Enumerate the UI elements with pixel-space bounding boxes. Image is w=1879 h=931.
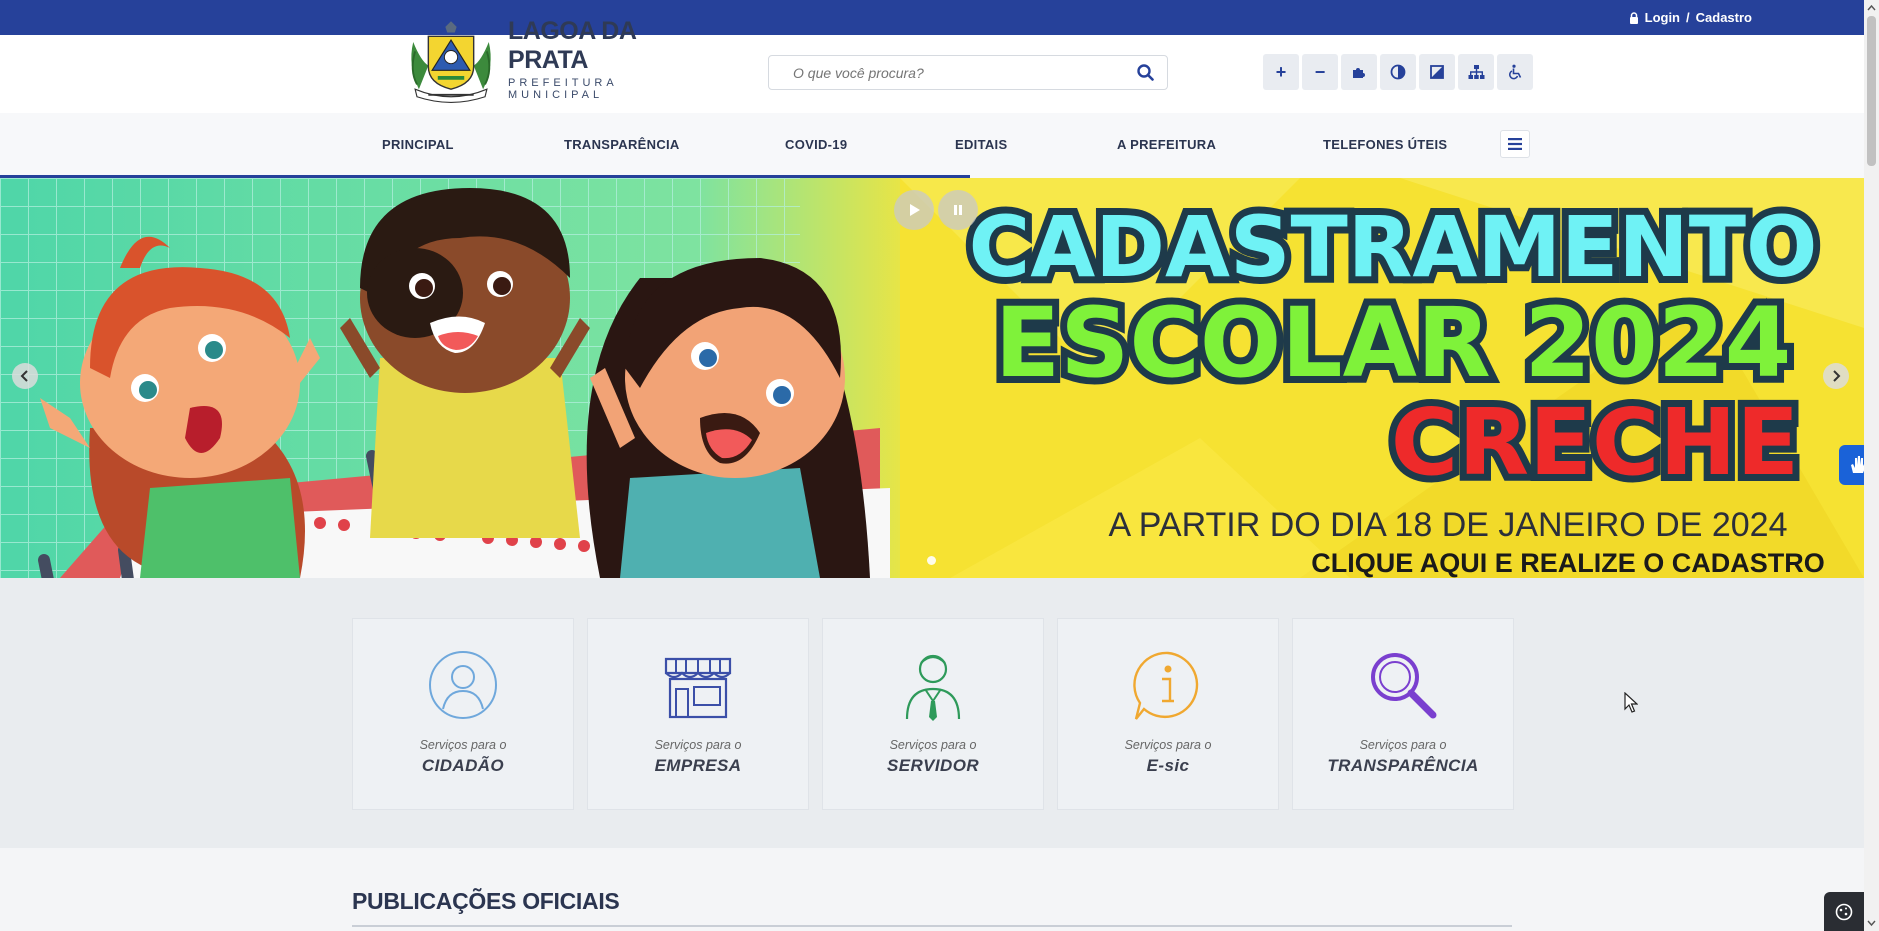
font-decrease-icon: −	[1314, 61, 1326, 82]
high-contrast-icon	[1430, 65, 1444, 79]
search-button[interactable]	[1123, 56, 1167, 89]
contrast-button[interactable]	[1380, 54, 1416, 90]
high-contrast-button[interactable]	[1419, 54, 1455, 90]
service-card-servidor[interactable]: Serviços para o SERVIDOR	[822, 618, 1044, 810]
coat-of-arms-icon	[411, 21, 491, 103]
scroll-up-icon[interactable]	[1867, 3, 1876, 13]
store-icon	[664, 657, 732, 719]
font-increase-button[interactable]: +	[1263, 54, 1299, 90]
auth-separator: /	[1686, 10, 1690, 25]
slider-next-button[interactable]	[1823, 363, 1849, 389]
service-prefix: Serviços para o	[419, 738, 507, 752]
nav-item-prefeitura[interactable]: A PREFEITURA	[1117, 137, 1216, 152]
puzzle-icon	[1353, 68, 1365, 78]
search-icon	[1136, 64, 1154, 81]
pause-icon	[954, 205, 962, 215]
play-icon	[910, 204, 920, 216]
service-label: CIDADÃO	[421, 756, 505, 775]
service-prefix: Serviços para o	[1124, 738, 1212, 752]
extensions-button[interactable]	[1341, 54, 1377, 90]
service-card-cidadao[interactable]: Serviços para o CIDADÃO	[352, 618, 574, 810]
scrollbar-thumb[interactable]	[1867, 16, 1876, 166]
service-label: SERVIDOR	[887, 756, 979, 775]
info-icon	[1133, 651, 1199, 720]
banner-cta: CLIQUE AQUI E REALIZE O CADASTRO	[1311, 548, 1825, 578]
slider-pause-button[interactable]	[938, 190, 978, 230]
service-card-transparencia[interactable]: Serviços para o TRANSPARÊNCIA	[1292, 618, 1514, 810]
banner-line1: CADASTRAMENTO	[969, 198, 1818, 296]
sitemap-button[interactable]	[1458, 54, 1494, 90]
nav-item-editais[interactable]: EDITAIS	[955, 137, 1007, 152]
menu-button[interactable]	[1500, 130, 1530, 158]
register-link[interactable]: Cadastro	[1696, 10, 1752, 25]
brand-name: LAGOA DA PRATA	[508, 16, 636, 74]
search-box	[768, 55, 1168, 90]
lock-icon	[1629, 11, 1639, 24]
employee-icon	[905, 654, 961, 721]
service-label: TRANSPARÊNCIA	[1327, 756, 1479, 775]
publications-title: PUBLICAÇÕES OFICIAIS	[352, 888, 620, 914]
cookie-icon	[1835, 903, 1853, 920]
service-prefix: Serviços para o	[654, 738, 742, 752]
page-scrollbar[interactable]	[1864, 0, 1879, 931]
main-nav: PRINCIPAL TRANSPARÊNCIA COVID-19 EDITAIS…	[0, 113, 1864, 178]
magnifier-icon	[1371, 653, 1437, 719]
accessibility-button[interactable]	[1497, 54, 1533, 90]
slider-play-button[interactable]	[894, 190, 934, 230]
service-card-esic[interactable]: Serviços para o E-sic	[1057, 618, 1279, 810]
mouse-cursor-icon	[1624, 692, 1638, 713]
login-link[interactable]: Login	[1645, 10, 1680, 25]
service-label: EMPRESA	[654, 756, 742, 775]
services-section: Serviços para o CIDADÃO Serviços para o …	[0, 578, 1864, 848]
nav-item-transparencia[interactable]: TRANSPARÊNCIA	[564, 137, 680, 152]
site-logo[interactable]: LAGOA DA PRATA PREFEITURA MUNICIPAL	[400, 11, 710, 106]
font-decrease-button[interactable]: −	[1302, 54, 1338, 90]
service-prefix: Serviços para o	[1359, 738, 1447, 752]
top-bar: Login / Cadastro	[0, 0, 1864, 35]
slider-dot[interactable]	[927, 556, 936, 565]
nav-item-covid[interactable]: COVID-19	[785, 137, 847, 152]
chevron-right-icon	[1833, 370, 1841, 382]
font-increase-icon: +	[1275, 61, 1287, 82]
hamburger-icon	[1508, 138, 1522, 150]
nav-item-principal[interactable]: PRINCIPAL	[382, 137, 454, 152]
banner-line3: CRECHE	[1391, 389, 1800, 496]
publications-section: PUBLICAÇÕES OFICIAIS	[0, 848, 1864, 931]
slider-prev-button[interactable]	[12, 363, 38, 389]
nav-item-telefones[interactable]: TELEFONES ÚTEIS	[1323, 137, 1447, 152]
auth-links: Login / Cadastro	[1629, 10, 1752, 25]
section-divider	[352, 925, 1512, 927]
header: LAGOA DA PRATA PREFEITURA MUNICIPAL + −	[0, 17, 1864, 113]
service-label: E-sic	[1146, 756, 1190, 775]
user-icon	[429, 651, 497, 719]
wheelchair-icon	[1509, 64, 1522, 80]
scroll-down-icon[interactable]	[1867, 918, 1876, 928]
banner-artwork: CADASTRAMENTO CADASTRAMENTO ESCOLAR 2024…	[0, 178, 1864, 578]
cookie-settings-button[interactable]	[1824, 892, 1864, 931]
banner-date: A PARTIR DO DIA 18 DE JANEIRO DE 2024	[1109, 506, 1788, 544]
service-card-empresa[interactable]: Serviços para o EMPRESA	[587, 618, 809, 810]
banner-line2: ESCOLAR 2024	[995, 287, 1792, 399]
chevron-left-icon	[20, 370, 28, 382]
sitemap-icon	[1468, 65, 1484, 79]
brand-subtitle: PREFEITURA MUNICIPAL	[508, 76, 618, 101]
search-input[interactable]	[769, 56, 1123, 89]
service-prefix: Serviços para o	[889, 738, 977, 752]
hero-banner[interactable]: CADASTRAMENTO CADASTRAMENTO ESCOLAR 2024…	[0, 178, 1864, 578]
contrast-icon	[1390, 64, 1406, 80]
accessibility-toolbar: + −	[1263, 54, 1533, 90]
